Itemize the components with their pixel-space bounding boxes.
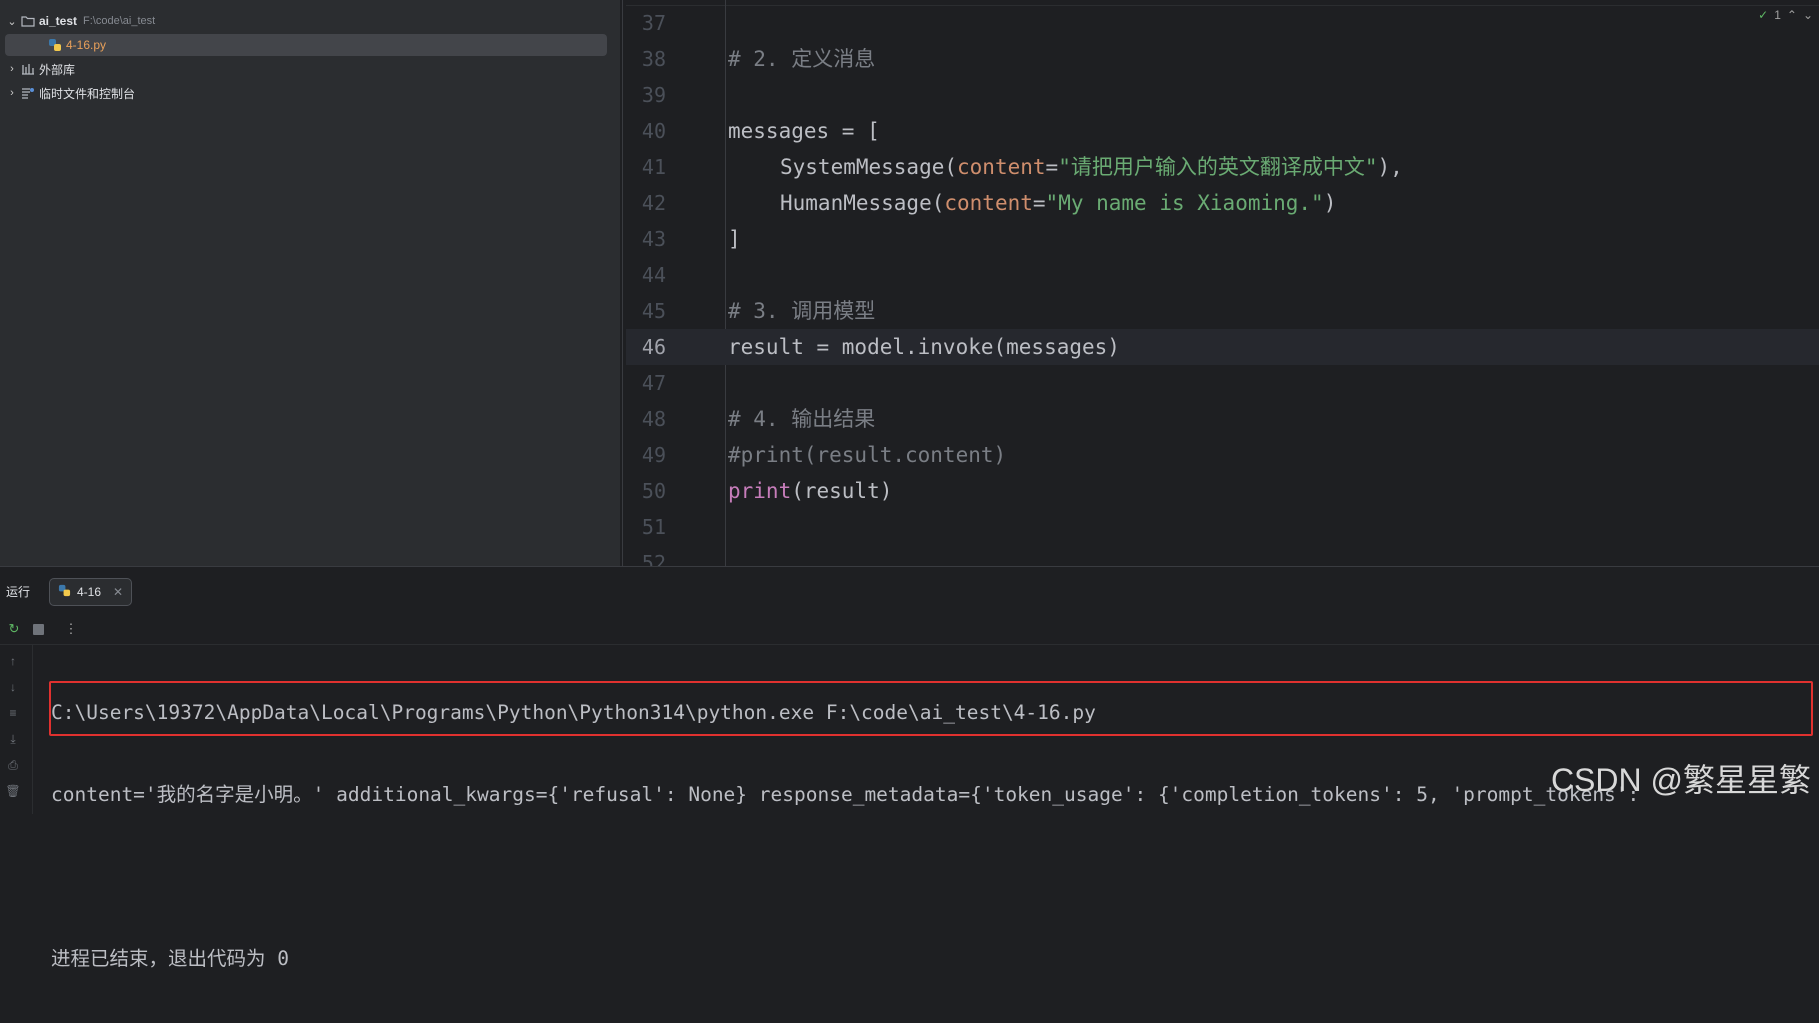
run-tab-label: 4-16 <box>77 585 102 599</box>
run-toolbar: ↻ ⋮ <box>0 614 1819 645</box>
code-text: messages = [ <box>728 119 880 143</box>
line-number: 44 <box>641 263 666 287</box>
rerun-icon[interactable]: ↻ <box>6 621 22 637</box>
code-line[interactable]: 41 SystemMessage(content="请把用户输入的英文翻译成中文… <box>626 149 1819 185</box>
code-line[interactable]: 38 # 2. 定义消息 <box>626 41 1819 77</box>
code-text: HumanMessage(content="My name is Xiaomin… <box>780 185 1336 221</box>
project-root-path: F:\code\ai_test <box>83 15 156 27</box>
code-punct: ) <box>1323 191 1337 215</box>
chevron-right-icon[interactable]: › <box>6 63 18 75</box>
library-icon <box>21 63 35 75</box>
code-punct: ), <box>1377 155 1403 179</box>
line-number: 40 <box>641 119 666 143</box>
code-line[interactable]: 48 # 4. 输出结果 <box>626 401 1819 437</box>
tree-item-label: 4-16.py <box>66 38 107 52</box>
python-file-icon <box>48 38 62 52</box>
code-comment: # 4. 输出结果 <box>728 407 876 431</box>
print-icon[interactable]: ⎙ <box>5 757 21 773</box>
console-side-toolbar: ↑ ↓ ≡ ⤓ ⎙ 🗑 <box>0 645 33 814</box>
line-number: 49 <box>641 443 666 467</box>
folder-icon <box>21 15 35 27</box>
code-param: content <box>944 191 1033 215</box>
project-panel: ⌄ ai_test F:\code\ai_test 4-16.py › 外部库 … <box>0 0 620 566</box>
run-header: 运行 4-16 ✕ <box>0 567 1819 613</box>
code-line[interactable]: 42 HumanMessage(content="My name is Xiao… <box>626 185 1819 221</box>
code-string: "请把用户输入的英文翻译成中文" <box>1058 155 1378 179</box>
python-file-icon <box>58 584 71 600</box>
code-line[interactable]: 40 messages = [ <box>626 113 1819 149</box>
line-number: 50 <box>641 479 666 503</box>
run-panel-title: 运行 <box>6 585 31 599</box>
tree-item-external-libraries[interactable]: › 外部库 <box>6 58 75 80</box>
code-line[interactable]: 37 <box>626 5 1819 41</box>
code-line[interactable]: 51 <box>626 509 1819 545</box>
console-result-line: content='我的名字是小明。' additional_kwargs={'r… <box>51 783 1640 806</box>
close-icon[interactable]: ✕ <box>113 585 123 599</box>
chevron-right-icon[interactable]: › <box>6 87 18 99</box>
watermark: CSDN @繁星星繁 <box>1550 762 1811 798</box>
code-operator: = <box>1032 191 1046 215</box>
code-call: SystemMessage( <box>780 155 958 179</box>
line-number: 42 <box>641 191 666 215</box>
code-comment: #print(result.content) <box>728 443 1007 467</box>
line-number: 52 <box>641 551 666 566</box>
line-number: 41 <box>641 155 666 179</box>
line-number: 39 <box>641 83 666 107</box>
code-editor[interactable]: ✓ 1 ⌃ ⌄ 37 38 # 2. 定义消息 39 40 messages =… <box>626 0 1819 566</box>
soft-wrap-icon[interactable]: ≡ <box>5 705 21 721</box>
code-keyword: print <box>728 479 792 503</box>
splitter-line <box>622 0 623 566</box>
code-line[interactable]: 49 #print(result.content) <box>626 437 1819 473</box>
code-text: ] <box>728 227 741 251</box>
tree-item-label: 临时文件和控制台 <box>39 86 136 101</box>
code-line[interactable]: 50 print(result) <box>626 473 1819 509</box>
more-options-icon[interactable]: ⋮ <box>63 621 79 637</box>
code-line[interactable]: 44 <box>626 257 1819 293</box>
code-line-current[interactable]: 46 result = model.invoke(messages) <box>626 329 1819 365</box>
tree-item-4-16-py[interactable]: 4-16.py <box>5 34 607 56</box>
arrow-down-icon[interactable]: ↓ <box>5 679 21 695</box>
tree-item-scratches[interactable]: › 临时文件和控制台 <box>6 82 135 104</box>
highlight-annotation-box <box>49 681 1813 736</box>
stop-icon[interactable] <box>30 621 46 637</box>
line-number: 51 <box>641 515 666 539</box>
code-string: "My name is Xiaoming." <box>1045 191 1324 215</box>
console-exit-line: 进程已结束，退出代码为 0 <box>51 947 289 970</box>
project-root-name: ai_test <box>39 14 78 28</box>
code-text: print(result) <box>728 473 892 509</box>
line-number: 45 <box>641 299 666 323</box>
code-call: HumanMessage( <box>780 191 945 215</box>
code-comment: # 3. 调用模型 <box>728 299 876 323</box>
tree-root[interactable]: ⌄ ai_test F:\code\ai_test <box>6 10 155 32</box>
scratches-icon <box>21 87 35 99</box>
code-line[interactable]: 39 <box>626 77 1819 113</box>
line-number: 46 <box>641 335 666 359</box>
code-line[interactable]: 45 # 3. 调用模型 <box>626 293 1819 329</box>
scroll-to-end-icon[interactable]: ⤓ <box>5 731 21 747</box>
code-comment: # 2. 定义消息 <box>728 47 876 71</box>
arrow-up-icon[interactable]: ↑ <box>5 653 21 669</box>
code-operator: = <box>1045 155 1059 179</box>
line-number: 47 <box>641 371 666 395</box>
line-number: 37 <box>641 11 666 35</box>
line-number: 48 <box>641 407 666 431</box>
line-number: 38 <box>641 47 666 71</box>
tree-item-label: 外部库 <box>39 62 76 77</box>
code-line[interactable]: 47 <box>626 365 1819 401</box>
code-text: SystemMessage(content="请把用户输入的英文翻译成中文"), <box>780 149 1403 185</box>
code-param: content <box>957 155 1046 179</box>
trash-icon[interactable]: 🗑 <box>5 783 21 799</box>
run-tab[interactable]: 4-16 ✕ <box>49 578 133 606</box>
code-line[interactable]: 52 <box>626 545 1819 566</box>
code-text: result = model.invoke(messages) <box>728 335 1120 359</box>
code-args: (result) <box>791 479 893 503</box>
code-line[interactable]: 43 ] <box>626 221 1819 257</box>
chevron-down-icon[interactable]: ⌄ <box>6 15 18 28</box>
line-number: 43 <box>641 227 666 251</box>
